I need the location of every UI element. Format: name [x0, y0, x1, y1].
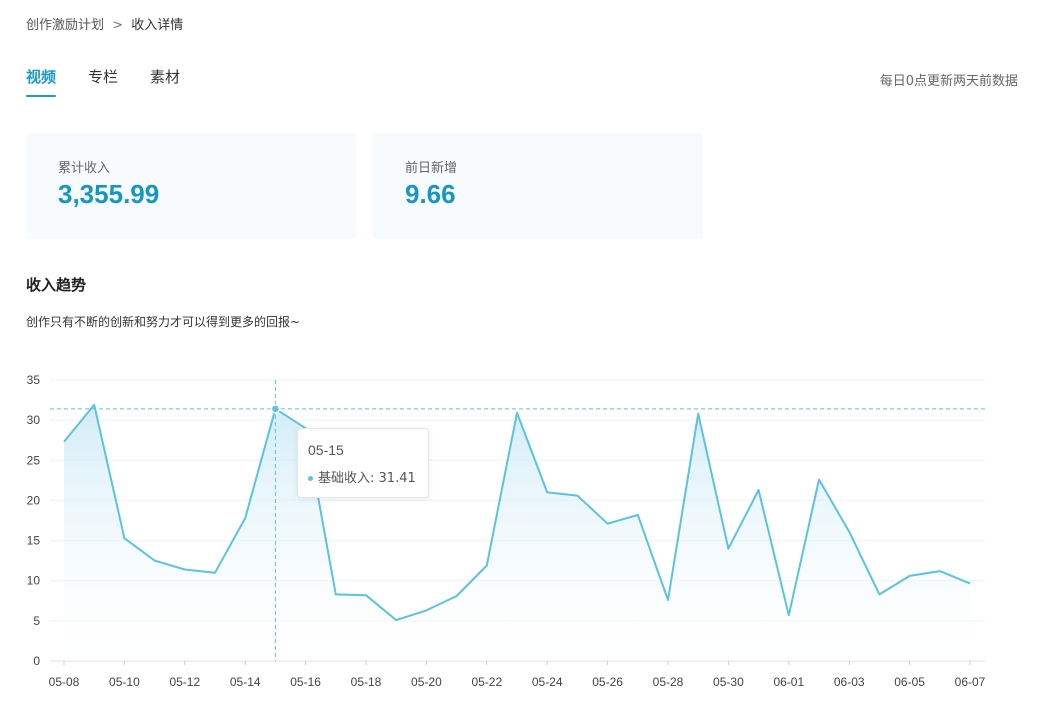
y-tick-label: 0 — [33, 654, 40, 668]
highlighted-point — [270, 404, 281, 414]
x-tick-label: 05-18 — [351, 675, 382, 689]
x-tick-label: 05-08 — [49, 675, 80, 689]
data-point[interactable] — [966, 579, 974, 587]
data-point[interactable] — [90, 401, 98, 409]
data-point[interactable] — [875, 590, 883, 598]
data-point[interactable] — [392, 616, 400, 624]
x-tick-label: 05-28 — [653, 675, 684, 689]
breadcrumb-parent-link[interactable]: 创作激励计划 — [26, 18, 104, 33]
tooltip-row: 基础收入: 31.41 — [308, 467, 416, 486]
chart-tooltip: 05-15 基础收入: 31.41 — [297, 428, 429, 498]
y-tick-label: 20 — [27, 493, 41, 507]
data-point[interactable] — [453, 592, 461, 600]
data-point[interactable] — [906, 572, 914, 580]
tab-bar: 视频 专栏 素材 — [26, 66, 180, 97]
yesterday-income-value: 9.66 — [405, 179, 456, 209]
tab-material[interactable]: 素材 — [150, 66, 180, 97]
x-tick-label: 06-01 — [773, 675, 804, 689]
y-tick-label: 5 — [33, 614, 40, 628]
x-tick-label: 06-03 — [834, 675, 865, 689]
data-point[interactable] — [483, 561, 491, 569]
income-trend-subtitle: 创作只有不断的创新和努力才可以得到更多的回报~ — [26, 315, 301, 329]
x-tick-label: 05-24 — [532, 675, 563, 689]
data-point[interactable] — [362, 591, 370, 599]
breadcrumb-separator: > — [112, 18, 124, 33]
data-point[interactable] — [664, 596, 672, 604]
total-income-card: 累计收入 3,355.99 — [26, 133, 356, 239]
x-tick-label: 05-16 — [290, 675, 321, 689]
y-tick-label: 15 — [27, 534, 41, 548]
data-point[interactable] — [241, 514, 249, 522]
tooltip-value: 31.41 — [378, 471, 416, 486]
yesterday-income-label: 前日新增 — [405, 161, 458, 176]
tab-video[interactable]: 视频 — [26, 66, 57, 97]
data-point[interactable] — [513, 409, 521, 417]
data-point[interactable] — [211, 569, 219, 577]
income-trend-title: 收入趋势 — [26, 276, 87, 294]
data-point[interactable] — [845, 528, 853, 536]
data-point[interactable] — [634, 511, 642, 519]
data-point[interactable] — [694, 410, 702, 418]
x-tick-label: 05-30 — [713, 675, 744, 689]
y-tick-label: 30 — [27, 413, 41, 427]
breadcrumb-current: 收入详情 — [131, 18, 184, 33]
data-point[interactable] — [60, 438, 68, 446]
data-point[interactable] — [332, 590, 340, 598]
data-point[interactable] — [936, 567, 944, 575]
x-tick-label: 05-10 — [109, 675, 140, 689]
breadcrumb: 创作激励计划 > 收入详情 — [26, 14, 183, 33]
tooltip-series-label: 基础收入 — [318, 471, 371, 486]
tab-column[interactable]: 专栏 — [88, 66, 118, 97]
y-tick-label: 35 — [27, 373, 41, 387]
data-point[interactable] — [573, 492, 581, 500]
x-tick-label: 06-05 — [894, 675, 925, 689]
x-tick-label: 06-07 — [955, 675, 986, 689]
tooltip-date: 05-15 — [308, 442, 344, 458]
data-point[interactable] — [815, 476, 823, 484]
y-tick-label: 25 — [27, 453, 41, 467]
x-tick-label: 05-20 — [411, 675, 442, 689]
total-income-value: 3,355.99 — [58, 179, 160, 209]
data-point[interactable] — [120, 534, 128, 542]
data-point[interactable] — [543, 488, 551, 496]
x-tick-label: 05-12 — [169, 675, 200, 689]
y-tick-label: 10 — [27, 574, 41, 588]
x-tick-label: 05-14 — [230, 675, 261, 689]
x-tick-label: 05-26 — [592, 675, 623, 689]
data-point[interactable] — [422, 606, 430, 614]
data-point[interactable] — [604, 520, 612, 528]
data-point[interactable] — [151, 557, 159, 565]
total-income-label: 累计收入 — [58, 161, 111, 176]
data-point[interactable] — [755, 486, 763, 494]
income-trend-chart[interactable]: 0 5 10 15 20 25 30 35 05-08 05-10 05-12 05-14 05-16 0… — [0, 360, 1040, 703]
data-point[interactable] — [785, 611, 793, 619]
tooltip-series-dot-icon — [308, 476, 313, 481]
data-point[interactable] — [724, 545, 732, 553]
update-note: 每日0点更新两天前数据 — [879, 74, 1018, 89]
x-tick-label: 05-22 — [471, 675, 502, 689]
series-area — [64, 404, 970, 661]
yesterday-income-card: 前日新增 9.66 — [373, 133, 703, 239]
data-point[interactable] — [181, 565, 189, 573]
